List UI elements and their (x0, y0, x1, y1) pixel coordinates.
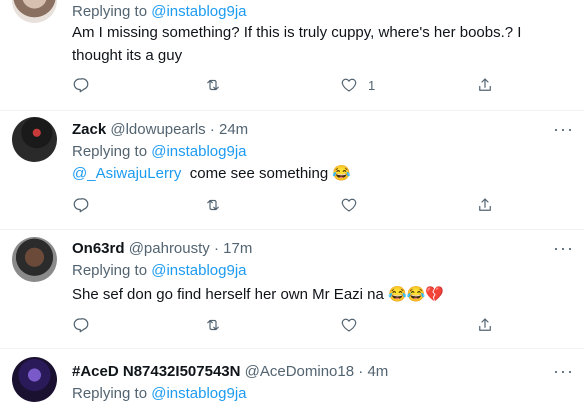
retweet-button[interactable] (204, 76, 222, 94)
avatar[interactable] (12, 357, 57, 402)
mention-link[interactable]: @_AsiwajuLerry (72, 165, 181, 182)
handle[interactable]: @AceDomino18 (245, 363, 354, 380)
like-icon (341, 78, 357, 92)
replying-handle-link[interactable]: @instablog9ja (151, 143, 246, 160)
replying-to: Replying to @instablog9ja (72, 143, 247, 160)
replying-prefix: Replying to (72, 3, 148, 20)
replying-to: Replying to @instablog9ja (72, 262, 247, 279)
like-button[interactable] (340, 316, 358, 334)
retweet-icon (207, 319, 219, 331)
tweet-text-wrapper: @_AsiwajuLerry come see something 😂 (72, 162, 562, 185)
replying-to: Replying to @instablog9ja (72, 3, 247, 20)
share-button[interactable] (476, 196, 494, 214)
share-icon (479, 78, 491, 91)
like-button[interactable] (340, 196, 358, 214)
like-button[interactable]: 1 (340, 76, 375, 94)
more-icon[interactable]: ··· (553, 238, 574, 259)
display-name[interactable]: #AceD N87432I507543N (72, 363, 240, 380)
retweet-button[interactable] (204, 316, 222, 334)
more-icon[interactable]: ··· (553, 119, 574, 140)
avatar[interactable] (12, 237, 57, 282)
replying-handle-link[interactable]: @instablog9ja (151, 3, 246, 20)
replying-to: Replying to @instablog9ja (72, 385, 247, 402)
tweet-header: Zack @ldowupearls · 24m (72, 121, 248, 138)
handle[interactable]: @ldowupearls (110, 121, 205, 138)
avatar[interactable] (12, 117, 57, 162)
tweet-text: She sef don go find herself her own Mr E… (72, 286, 445, 303)
replying-prefix: Replying to (72, 143, 148, 160)
timestamp[interactable]: 17m (223, 240, 252, 257)
reply-button[interactable] (72, 196, 90, 214)
tweet[interactable]: #AceD N87432I507543N @AceDomino18 · 4m ·… (0, 349, 584, 402)
display-name[interactable]: On63rd (72, 240, 125, 257)
like-icon (341, 318, 357, 332)
replying-handle-link[interactable]: @instablog9ja (151, 262, 246, 279)
retweet-button[interactable] (204, 196, 222, 214)
like-icon (341, 198, 357, 212)
retweet-icon (207, 79, 219, 91)
replying-prefix: Replying to (72, 385, 148, 402)
reply-icon (73, 198, 89, 213)
reply-icon (73, 78, 89, 93)
timestamp[interactable]: 4m (367, 363, 388, 380)
share-icon (479, 318, 491, 331)
display-name[interactable]: Zack (72, 121, 106, 138)
tweet[interactable]: Zack @ldowupearls · 24m ··· Replying to … (0, 111, 584, 229)
share-button[interactable] (476, 316, 494, 334)
more-icon[interactable]: ··· (553, 361, 574, 382)
replying-prefix: Replying to (72, 262, 148, 279)
handle[interactable]: @pahrousty (129, 240, 210, 257)
separator: · (213, 240, 219, 257)
share-button[interactable] (476, 76, 494, 94)
reply-icon (73, 318, 89, 333)
tweet[interactable]: On63rd @pahrousty · 17m ··· Replying to … (0, 230, 584, 348)
separator: · (358, 363, 364, 380)
avatar[interactable] (12, 0, 57, 23)
tweet-header: #AceD N87432I507543N @AceDomino18 · 4m (72, 363, 388, 380)
reply-button[interactable] (72, 316, 90, 334)
reply-button[interactable] (72, 76, 90, 94)
like-count: 1 (368, 77, 376, 93)
tweet-text: come see something 😂 (189, 165, 352, 182)
share-icon (479, 198, 491, 211)
retweet-icon (207, 199, 219, 211)
tweet-header: On63rd @pahrousty · 17m (72, 240, 252, 257)
separator: · (209, 121, 215, 138)
tweet[interactable]: Replying to @instablog9ja Am I missing s… (0, 0, 584, 110)
tweet-text: Am I missing something? If this is truly… (72, 24, 522, 64)
timestamp[interactable]: 24m (219, 121, 248, 138)
replying-handle-link[interactable]: @instablog9ja (151, 385, 246, 402)
